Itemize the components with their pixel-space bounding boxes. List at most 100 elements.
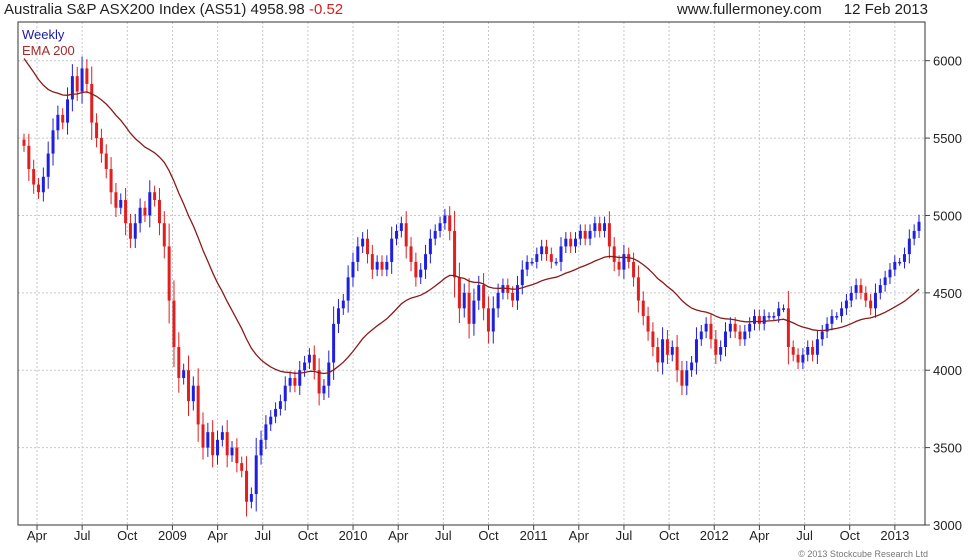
candle-body	[578, 230, 582, 239]
candle-body	[859, 285, 863, 293]
candle-body	[327, 362, 331, 386]
chart-source: www.fullermoney.com 12 Feb 2013	[677, 0, 928, 20]
candle-body	[593, 223, 597, 231]
candle-body	[303, 362, 307, 371]
candle-body	[462, 292, 466, 309]
candle-body	[428, 238, 432, 255]
legend-weekly: Weekly	[22, 27, 65, 42]
candle-body	[723, 331, 727, 348]
candle-body	[206, 432, 210, 448]
candle-body	[37, 184, 41, 193]
candle-body	[680, 370, 684, 386]
candle-body	[453, 230, 457, 278]
chart-date: 12 Feb 2013	[843, 1, 928, 18]
candle-body	[588, 230, 592, 239]
candle-body	[849, 292, 853, 301]
candle-body	[777, 308, 781, 317]
candle-body	[153, 192, 157, 200]
candle-body	[245, 470, 249, 502]
x-tick-label: Apr	[749, 528, 770, 543]
candle-body	[603, 223, 607, 231]
candle-body	[757, 316, 761, 324]
candle-body	[143, 207, 147, 216]
y-tick-label: 3000	[933, 518, 962, 533]
candle-body	[133, 223, 137, 239]
candle-body	[714, 339, 718, 355]
candle-body	[811, 347, 815, 355]
candle-body	[496, 292, 500, 309]
candle-body	[883, 277, 887, 286]
candle-body	[351, 261, 355, 278]
copyright-note: © 2013 Stockcube Research Ltd	[798, 549, 928, 559]
candle-body	[438, 223, 442, 231]
candle-body	[46, 153, 50, 177]
candle-body	[157, 199, 161, 224]
y-tick-label: 4500	[933, 286, 962, 301]
y-tick-label: 4000	[933, 363, 962, 378]
candle-body	[390, 238, 394, 262]
candle-body	[636, 277, 640, 301]
candle-body	[278, 401, 282, 409]
candle-body	[119, 199, 123, 208]
candle-body	[820, 331, 824, 340]
candle-body	[27, 145, 31, 170]
x-tick-label: Jul	[796, 528, 813, 543]
candle-body	[540, 246, 544, 255]
candle-body	[530, 261, 534, 264]
candle-body	[148, 192, 152, 216]
candle-body	[893, 261, 897, 270]
candle-body	[288, 377, 292, 386]
last-price: 4958.98	[250, 1, 305, 18]
candle-body	[685, 370, 689, 386]
candle-body	[196, 385, 200, 425]
candle-body	[448, 215, 452, 231]
candle-body	[912, 230, 916, 239]
candle-body	[80, 68, 84, 92]
candle-body	[56, 114, 60, 131]
candle-body	[356, 246, 360, 262]
candle-body	[656, 347, 660, 363]
candle-body	[128, 223, 132, 239]
candle-body	[612, 246, 616, 262]
candle-body	[801, 354, 805, 363]
candle-body	[399, 223, 403, 231]
candle-body	[704, 323, 708, 332]
candle-body	[486, 308, 490, 332]
legend-ema: EMA 200	[22, 43, 75, 58]
candle-body	[332, 323, 336, 363]
x-tick-label: Apr	[569, 528, 590, 543]
candle-body	[709, 323, 713, 340]
chart-title: Australia S&P ASX200 Index (AS51) 4958.9…	[4, 0, 343, 20]
candle-body	[424, 254, 428, 270]
x-tick-label: Jul	[435, 528, 452, 543]
y-tick-label: 3500	[933, 441, 962, 456]
candle-body	[375, 261, 379, 270]
x-tick-label: Oct	[840, 528, 861, 543]
candle-body	[99, 138, 103, 154]
candle-body	[472, 300, 476, 324]
candle-body	[525, 261, 529, 270]
candle-body	[690, 362, 694, 371]
candle-body	[404, 223, 408, 247]
candle-body	[269, 416, 273, 425]
candle-body	[104, 153, 108, 170]
candle-body	[433, 230, 437, 239]
candle-body	[878, 285, 882, 293]
candle-body	[191, 385, 195, 402]
candle-body	[694, 339, 698, 363]
candle-body	[172, 300, 176, 348]
candle-body	[385, 261, 389, 270]
candle-body	[443, 215, 447, 224]
candle-body	[240, 463, 244, 471]
candle-body	[917, 221, 921, 231]
candle-body	[796, 354, 800, 363]
candle-body	[336, 308, 340, 324]
candle-body	[651, 331, 655, 348]
candle-body	[41, 176, 45, 193]
candle-body	[216, 439, 220, 456]
candle-body	[873, 292, 877, 309]
candle-body	[501, 285, 505, 293]
candle-body	[772, 316, 776, 318]
candle-body	[346, 277, 350, 301]
candle-body	[414, 261, 418, 278]
